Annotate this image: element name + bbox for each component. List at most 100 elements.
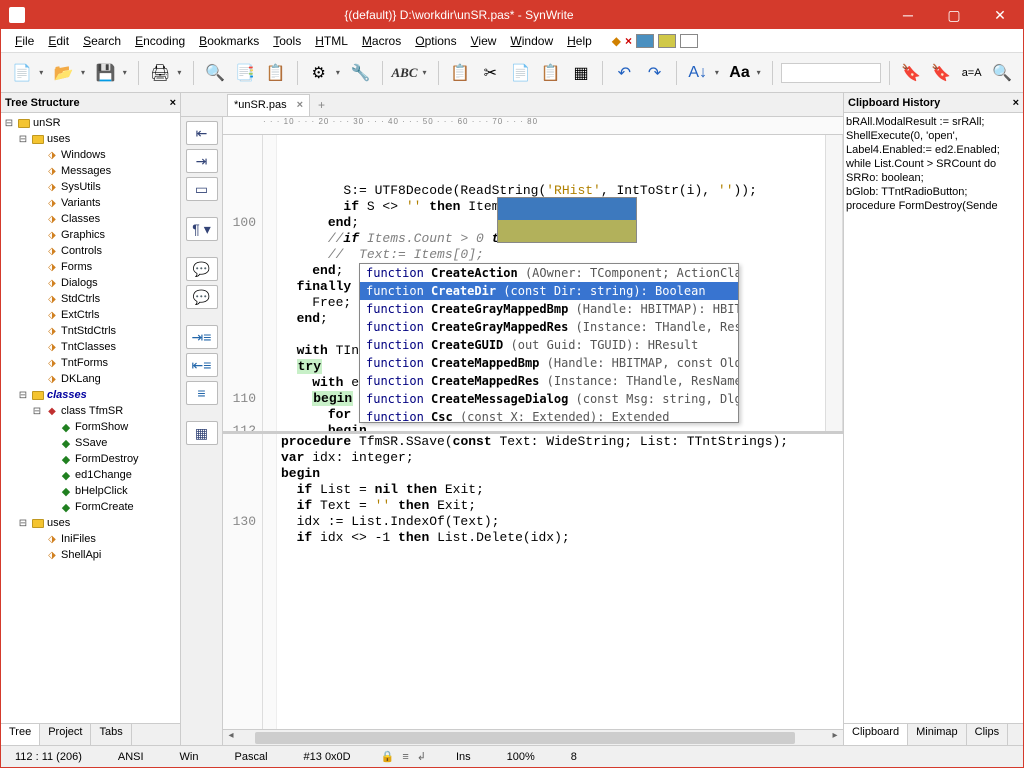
side-btn-block[interactable]: ▦ <box>186 421 218 445</box>
menu-window[interactable]: Window <box>504 32 559 50</box>
tree-node[interactable]: ⬗Variants <box>3 195 178 211</box>
autocomplete-item[interactable]: function CreateMappedRes (Instance: THan… <box>360 372 738 390</box>
cut-button[interactable]: ✂ <box>477 59 503 87</box>
print-button[interactable]: 🖨 <box>147 59 173 87</box>
clipboard-item[interactable]: Label4.Enabled:= ed2.Enabled; <box>846 143 1021 157</box>
save-button[interactable]: 💾 <box>92 59 118 87</box>
menu-tools[interactable]: Tools <box>267 32 307 50</box>
side-btn-uncomment[interactable]: 💬 <box>186 285 218 309</box>
tree-node[interactable]: ⬗SysUtils <box>3 179 178 195</box>
tree-panel-close[interactable]: × <box>170 97 176 109</box>
clipboard-item[interactable]: bRAll.ModalResult := srRAll; <box>846 115 1021 129</box>
open-dropdown[interactable]: ▾ <box>81 68 88 77</box>
tree-node[interactable]: ⬗Windows <box>3 147 178 163</box>
left-tab-project[interactable]: Project <box>40 724 91 745</box>
side-btn-pilcrow[interactable]: ¶ ▾ <box>186 217 218 241</box>
goto-button[interactable]: 📋 <box>262 59 288 87</box>
sort-button[interactable]: A↓ <box>685 59 711 87</box>
menu-search[interactable]: Search <box>77 32 127 50</box>
autocomplete-item[interactable]: function Csc (const X: Extended): Extend… <box>360 408 738 423</box>
open-button[interactable]: 📂 <box>51 59 77 87</box>
case-button[interactable]: Aa <box>726 59 752 87</box>
tree-node[interactable]: ⊟classes <box>3 387 178 403</box>
print-dropdown[interactable]: ▾ <box>177 68 184 77</box>
menu-diamond-icon[interactable]: ◆ <box>612 34 621 48</box>
tree-node[interactable]: ⬗Classes <box>3 211 178 227</box>
right-tab-clips[interactable]: Clips <box>967 724 1008 745</box>
zoom-button[interactable]: 🔍 <box>989 59 1015 87</box>
sort-dropdown[interactable]: ▾ <box>715 68 722 77</box>
menu-help[interactable]: Help <box>561 32 598 50</box>
color-swatch[interactable] <box>636 34 654 48</box>
side-btn-indent[interactable]: ⇥≡ <box>186 325 218 349</box>
menu-html[interactable]: HTML <box>309 32 354 50</box>
tree-node[interactable]: ⬗DKLang <box>3 371 178 387</box>
code-editor-split[interactable]: procedure TfmSR.SSave(const Text: WideSt… <box>277 434 843 730</box>
tree-node[interactable]: ⊟◆class TfmSR <box>3 403 178 419</box>
menu-bookmarks[interactable]: Bookmarks <box>193 32 265 50</box>
clipboard-item[interactable]: ShellExecute(0, 'open', <box>846 129 1021 143</box>
menu-file[interactable]: File <box>9 32 40 50</box>
tree-node[interactable]: ◆ed1Change <box>3 467 178 483</box>
tree-node[interactable]: ◆FormCreate <box>3 499 178 515</box>
tree-node[interactable]: ⊟uses <box>3 515 178 531</box>
lexer-button[interactable]: 🔧 <box>347 59 373 87</box>
clipboard-item[interactable]: while List.Count > SRCount do <box>846 157 1021 171</box>
color-swatch[interactable] <box>658 34 676 48</box>
side-btn-2[interactable]: ⇥ <box>186 149 218 173</box>
autocomplete-item[interactable]: function CreateMessageDialog (const Msg:… <box>360 390 738 408</box>
clipboard-item[interactable]: bGlob: TTntRadioButton; <box>846 185 1021 199</box>
autocomplete-item[interactable]: function CreateMappedBmp (Handle: HBITMA… <box>360 354 738 372</box>
menu-edit[interactable]: Edit <box>42 32 75 50</box>
tree-node[interactable]: ⬗TntClasses <box>3 339 178 355</box>
menu-view[interactable]: View <box>465 32 503 50</box>
tree-node[interactable]: ⬗ExtCtrls <box>3 307 178 323</box>
side-btn-lines[interactable]: ≡ <box>186 381 218 405</box>
code-editor[interactable]: S:= UTF8Decode(ReadString('RHist', IntTo… <box>277 135 825 431</box>
paste-button[interactable]: 📄 <box>507 59 533 87</box>
minimap-strip[interactable] <box>825 135 843 431</box>
clipboard-panel-close[interactable]: × <box>1013 97 1019 109</box>
side-btn-comment[interactable]: 💬 <box>186 257 218 281</box>
copy2-button[interactable]: 📋 <box>538 59 564 87</box>
clipboard-item[interactable]: procedure FormDestroy(Sende <box>846 199 1021 213</box>
settings-button[interactable]: ⚙ <box>306 59 332 87</box>
nav-prev-button[interactable]: 🔖 <box>898 59 924 87</box>
left-tab-tree[interactable]: Tree <box>1 724 40 745</box>
new-dropdown[interactable]: ▾ <box>39 68 46 77</box>
find-files-button[interactable]: 📑 <box>232 59 258 87</box>
hscrollbar[interactable]: ◂▸ <box>223 729 843 745</box>
replace-text-button[interactable]: a=A <box>959 59 985 87</box>
menu-macros[interactable]: Macros <box>356 32 407 50</box>
menu-options[interactable]: Options <box>409 32 462 50</box>
clipboard-list[interactable]: bRAll.ModalResult := srRAll;ShellExecute… <box>844 113 1023 723</box>
case-dropdown[interactable]: ▾ <box>757 68 764 77</box>
new-button[interactable]: 📄 <box>9 59 35 87</box>
tree-node[interactable]: ⬗StdCtrls <box>3 291 178 307</box>
undo-button[interactable]: ↶ <box>611 59 637 87</box>
tree-node[interactable]: ⊟uses <box>3 131 178 147</box>
spellcheck-button[interactable]: ABC <box>390 59 418 87</box>
maximize-button[interactable]: ▢ <box>931 1 977 29</box>
tree-node[interactable]: ⊟unSR <box>3 115 178 131</box>
status-lineend[interactable]: Win <box>174 751 205 763</box>
tree-node[interactable]: ⬗Messages <box>3 163 178 179</box>
color-swatch[interactable] <box>680 34 698 48</box>
right-tab-clipboard[interactable]: Clipboard <box>844 724 908 745</box>
side-btn-unindent[interactable]: ⇤≡ <box>186 353 218 377</box>
right-tab-minimap[interactable]: Minimap <box>908 724 967 745</box>
tree-node[interactable]: ⬗Controls <box>3 243 178 259</box>
new-tab-button[interactable]: + <box>310 98 333 112</box>
spell-dropdown[interactable]: ▾ <box>422 68 429 77</box>
menu-encoding[interactable]: Encoding <box>129 32 191 50</box>
tree-node[interactable]: ◆FormShow <box>3 419 178 435</box>
save-dropdown[interactable]: ▾ <box>123 68 130 77</box>
side-btn-1[interactable]: ⇤ <box>186 121 218 145</box>
menu-close-icon[interactable]: × <box>625 34 632 48</box>
autocomplete-item[interactable]: function CreateAction (AOwner: TComponen… <box>360 264 738 282</box>
minimize-button[interactable]: ─ <box>885 1 931 29</box>
side-btn-3[interactable]: ▭ <box>186 177 218 201</box>
nav-next-button[interactable]: 🔖 <box>928 59 954 87</box>
tree-node[interactable]: ⬗TntForms <box>3 355 178 371</box>
tree-node[interactable]: ⬗Forms <box>3 259 178 275</box>
